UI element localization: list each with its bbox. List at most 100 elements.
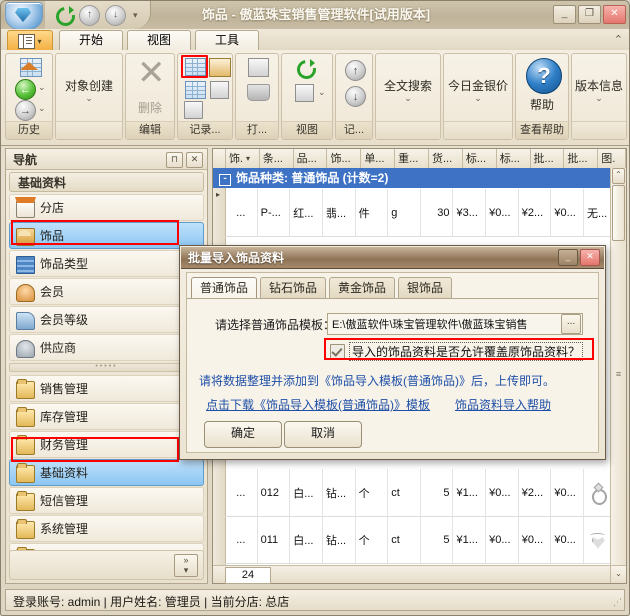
history-forward-icon[interactable]: → <box>15 100 36 121</box>
object-create-body[interactable]: 对象创建 ⌄ <box>56 54 122 122</box>
grid-vertical-scrollbar[interactable]: ⌃ ≡ <box>610 168 626 566</box>
cell-jewel-type: 翡... <box>323 189 356 236</box>
cell-price-1: ¥1... <box>453 516 486 563</box>
overwrite-option-row[interactable]: 导入的饰品资料是否允许覆盖原饰品资料？ <box>330 342 583 361</box>
sidebar-item-supplier[interactable]: 供应商 <box>9 334 204 361</box>
scrollbar-thumb[interactable] <box>612 185 625 241</box>
help-group-body[interactable]: ? 帮助 <box>516 54 568 122</box>
column-header-barcode[interactable]: 条... <box>260 149 294 168</box>
tab-gold-jewelry[interactable]: 黄金饰品 <box>329 277 395 299</box>
tab-silver-jewelry[interactable]: 银饰品 <box>398 277 452 299</box>
sidebar-item-system-management[interactable]: 系统管理 <box>9 515 204 542</box>
cell-unit: 个 <box>356 469 389 516</box>
view-layout-icon[interactable] <box>295 84 314 102</box>
overwrite-checkbox[interactable] <box>330 344 345 359</box>
copy-records-icon[interactable] <box>184 101 203 119</box>
grid-group-row[interactable]: -饰品种类: 普通饰品 (计数=2) <box>213 168 611 188</box>
expand-more-icon[interactable]: »▾ <box>174 554 198 577</box>
chevron-down-icon[interactable]: ⌄ <box>318 87 326 98</box>
sidebar-item-branch[interactable]: 分店 <box>9 194 204 221</box>
export-grid-icon[interactable] <box>185 81 206 99</box>
ok-button[interactable]: 确定 <box>204 421 282 448</box>
close-button[interactable]: ✕ <box>603 5 626 24</box>
column-header-product[interactable]: 品... <box>294 149 328 168</box>
version-info-button[interactable]: 版本信息 ⌄ <box>572 54 626 122</box>
table-row[interactable]: ... 011 白... 钻... 个 ct 5 ¥1... ¥0... ¥0.… <box>225 516 611 564</box>
page-number-input[interactable]: 24 <box>225 567 271 584</box>
printer-icon[interactable] <box>247 84 270 101</box>
sidebar-item-jewelry-type[interactable]: 饰品类型 <box>9 250 204 277</box>
help-question-icon[interactable]: ? <box>526 58 562 94</box>
tab-ordinary-jewelry[interactable]: 普通饰品 <box>191 277 257 299</box>
history-back-caret[interactable]: ⌄ <box>38 82 46 93</box>
cell-image: 无... <box>584 189 611 236</box>
gold-price-button[interactable]: 今日金银价 ⌄ <box>444 54 512 122</box>
history-back-icon[interactable]: ← <box>15 79 36 100</box>
refresh-icon[interactable] <box>55 6 74 25</box>
version-body[interactable]: 版本信息 ⌄ <box>572 54 626 122</box>
pin-icon[interactable]: ⊓ <box>166 152 183 168</box>
sidebar-item-member-level[interactable]: 会员等级 <box>9 306 204 333</box>
chart-icon[interactable] <box>209 58 231 77</box>
column-header-price-2[interactable]: 标... <box>497 149 531 168</box>
report-icon[interactable] <box>210 81 229 99</box>
navigation-splitter[interactable]: ••••• <box>9 363 204 372</box>
delete-button[interactable]: 删除 <box>126 90 174 122</box>
collapse-group-icon[interactable]: - <box>219 174 231 186</box>
fulltext-search-body[interactable]: 全文搜索 ⌄ <box>376 54 440 122</box>
column-header-jewel-type[interactable]: 饰... <box>327 149 361 168</box>
column-header-price-1[interactable]: 标... <box>463 149 497 168</box>
back-icon[interactable]: ↑ <box>79 5 100 26</box>
template-path-field[interactable]: E:\傲蓝软件\珠宝管理软件\傲蓝珠宝销售 ... <box>327 313 583 335</box>
resize-grip-icon[interactable]: ⋰ <box>613 597 621 608</box>
sidebar-item-basic-data[interactable]: 基础资料 <box>9 459 204 486</box>
import-help-link[interactable]: 饰品资料导入帮助 <box>455 396 551 413</box>
ribbon-group-version: 版本信息 ⌄ <box>571 53 627 140</box>
sidebar-item-member[interactable]: 会员 <box>9 278 204 305</box>
minimize-button[interactable]: _ <box>553 5 576 24</box>
fulltext-search-button[interactable]: 全文搜索 ⌄ <box>376 54 440 122</box>
column-header-batch-1[interactable]: 批... <box>531 149 565 168</box>
dialog-close-button[interactable]: ✕ <box>580 249 600 266</box>
sidebar-item-sms-management[interactable]: 短信管理 <box>9 487 204 514</box>
forward-icon[interactable]: ↓ <box>105 5 126 26</box>
print-preview-icon[interactable] <box>248 58 269 77</box>
close-icon[interactable]: ✕ <box>186 152 203 168</box>
download-template-link[interactable]: 点击下载《饰品导入模板(普通饰品)》模板 <box>206 396 430 413</box>
column-header-image[interactable]: 图. <box>598 149 626 168</box>
column-header-goods[interactable]: 货... <box>429 149 463 168</box>
sidebar-item-sales-management[interactable]: 销售管理 <box>9 375 204 402</box>
folder-icon <box>16 493 35 511</box>
column-header-unit[interactable]: 单... <box>361 149 395 168</box>
browse-button[interactable]: ... <box>561 314 581 334</box>
column-header-batch-2[interactable]: 批... <box>564 149 598 168</box>
record-down-icon[interactable]: ↓ <box>345 86 366 107</box>
table-row[interactable]: ... 012 白... 钻... 个 ct 5 ¥1... ¥0... ¥2.… <box>225 469 611 517</box>
tab-start[interactable]: 开始 <box>59 30 123 51</box>
scroll-down-button[interactable]: ⌄ <box>610 566 626 583</box>
record-up-icon[interactable]: ↑ <box>345 60 366 81</box>
tab-tools[interactable]: 工具 <box>195 30 259 51</box>
sidebar-item-inventory-management[interactable]: 库存管理 <box>9 403 204 430</box>
column-header-weight[interactable]: 重... <box>395 149 429 168</box>
table-row[interactable]: ... P-... 红... 翡... 件 g 30 ¥3... ¥0... ¥… <box>225 189 611 237</box>
collapse-ribbon-icon[interactable]: ⌃ <box>614 33 623 46</box>
qat-dropdown-caret[interactable]: ▾ <box>131 10 138 21</box>
column-header-jewel-code[interactable]: 饰.▾ <box>226 149 260 168</box>
history-forward-caret[interactable]: ⌄ <box>38 103 46 114</box>
sidebar-item-jewelry[interactable]: 饰品 <box>9 222 204 249</box>
sidebar-item-finance-management[interactable]: 财务管理 <box>9 431 204 458</box>
cancel-button[interactable]: 取消 <box>284 421 362 448</box>
dialog-minimize-button[interactable]: _ <box>558 249 578 266</box>
scroll-up-button[interactable]: ⌃ <box>612 168 625 184</box>
gold-price-body[interactable]: 今日金银价 ⌄ <box>444 54 512 122</box>
object-create-button[interactable]: 对象创建 ⌄ <box>56 54 122 122</box>
delete-label: 删除 <box>138 99 162 116</box>
tab-diamond-jewelry[interactable]: 钻石饰品 <box>260 277 326 299</box>
app-logo-orb[interactable] <box>5 2 43 30</box>
maximize-button[interactable]: ❐ <box>578 5 601 24</box>
navigation-group-header[interactable]: 基础资料 <box>9 172 204 192</box>
tab-view[interactable]: 视图 <box>127 30 191 51</box>
application-menu-button[interactable]: ▾ <box>7 30 53 51</box>
view-refresh-icon[interactable] <box>296 59 315 78</box>
